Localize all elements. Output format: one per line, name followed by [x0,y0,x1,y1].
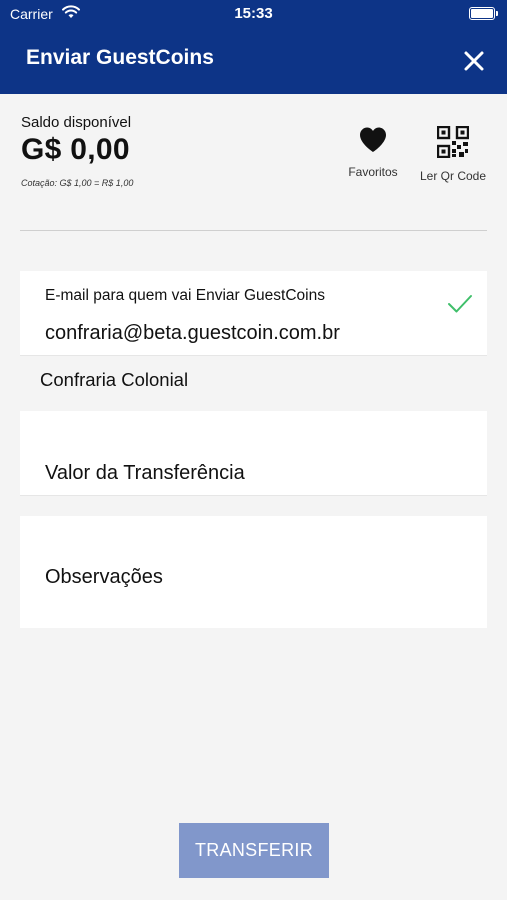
notes-field[interactable]: Observações [20,516,487,628]
qr-code-button[interactable]: Ler Qr Code [414,125,492,183]
battery-icon [469,7,498,20]
page-title: Enviar GuestCoins [26,46,214,69]
amount-field[interactable]: Valor da Transferência [20,411,487,496]
close-icon [464,51,484,71]
status-bar: Carrier 15:33 [0,0,507,28]
divider [20,230,487,231]
balance-value: G$ 0,00 [21,133,130,166]
transfer-button[interactable]: TRANSFERIR [179,823,329,878]
qr-code-label: Ler Qr Code [419,169,487,183]
recipient-name: Confraria Colonial [40,369,189,390]
favorites-label: Favoritos [348,165,398,179]
balance-label: Saldo disponível [21,114,132,131]
email-field[interactable]: E-mail para quem vai Enviar GuestCoins c… [20,271,487,356]
heart-icon [360,127,386,152]
check-icon [447,293,473,320]
email-field-value[interactable]: confraria@beta.guestcoin.com.br [45,322,340,345]
favorites-button[interactable]: Favoritos [342,126,404,179]
exchange-rate: Cotação: G$ 1,00 = R$ 1,00 [21,178,134,188]
qr-code-icon [436,125,470,159]
status-time: 15:33 [234,5,273,22]
notes-field-placeholder[interactable]: Observações [45,566,163,589]
close-button[interactable] [459,46,489,76]
email-field-label: E-mail para quem vai Enviar GuestCoins [45,287,325,304]
header-bar: Enviar GuestCoins [0,28,507,94]
amount-field-placeholder[interactable]: Valor da Transferência [45,462,245,485]
